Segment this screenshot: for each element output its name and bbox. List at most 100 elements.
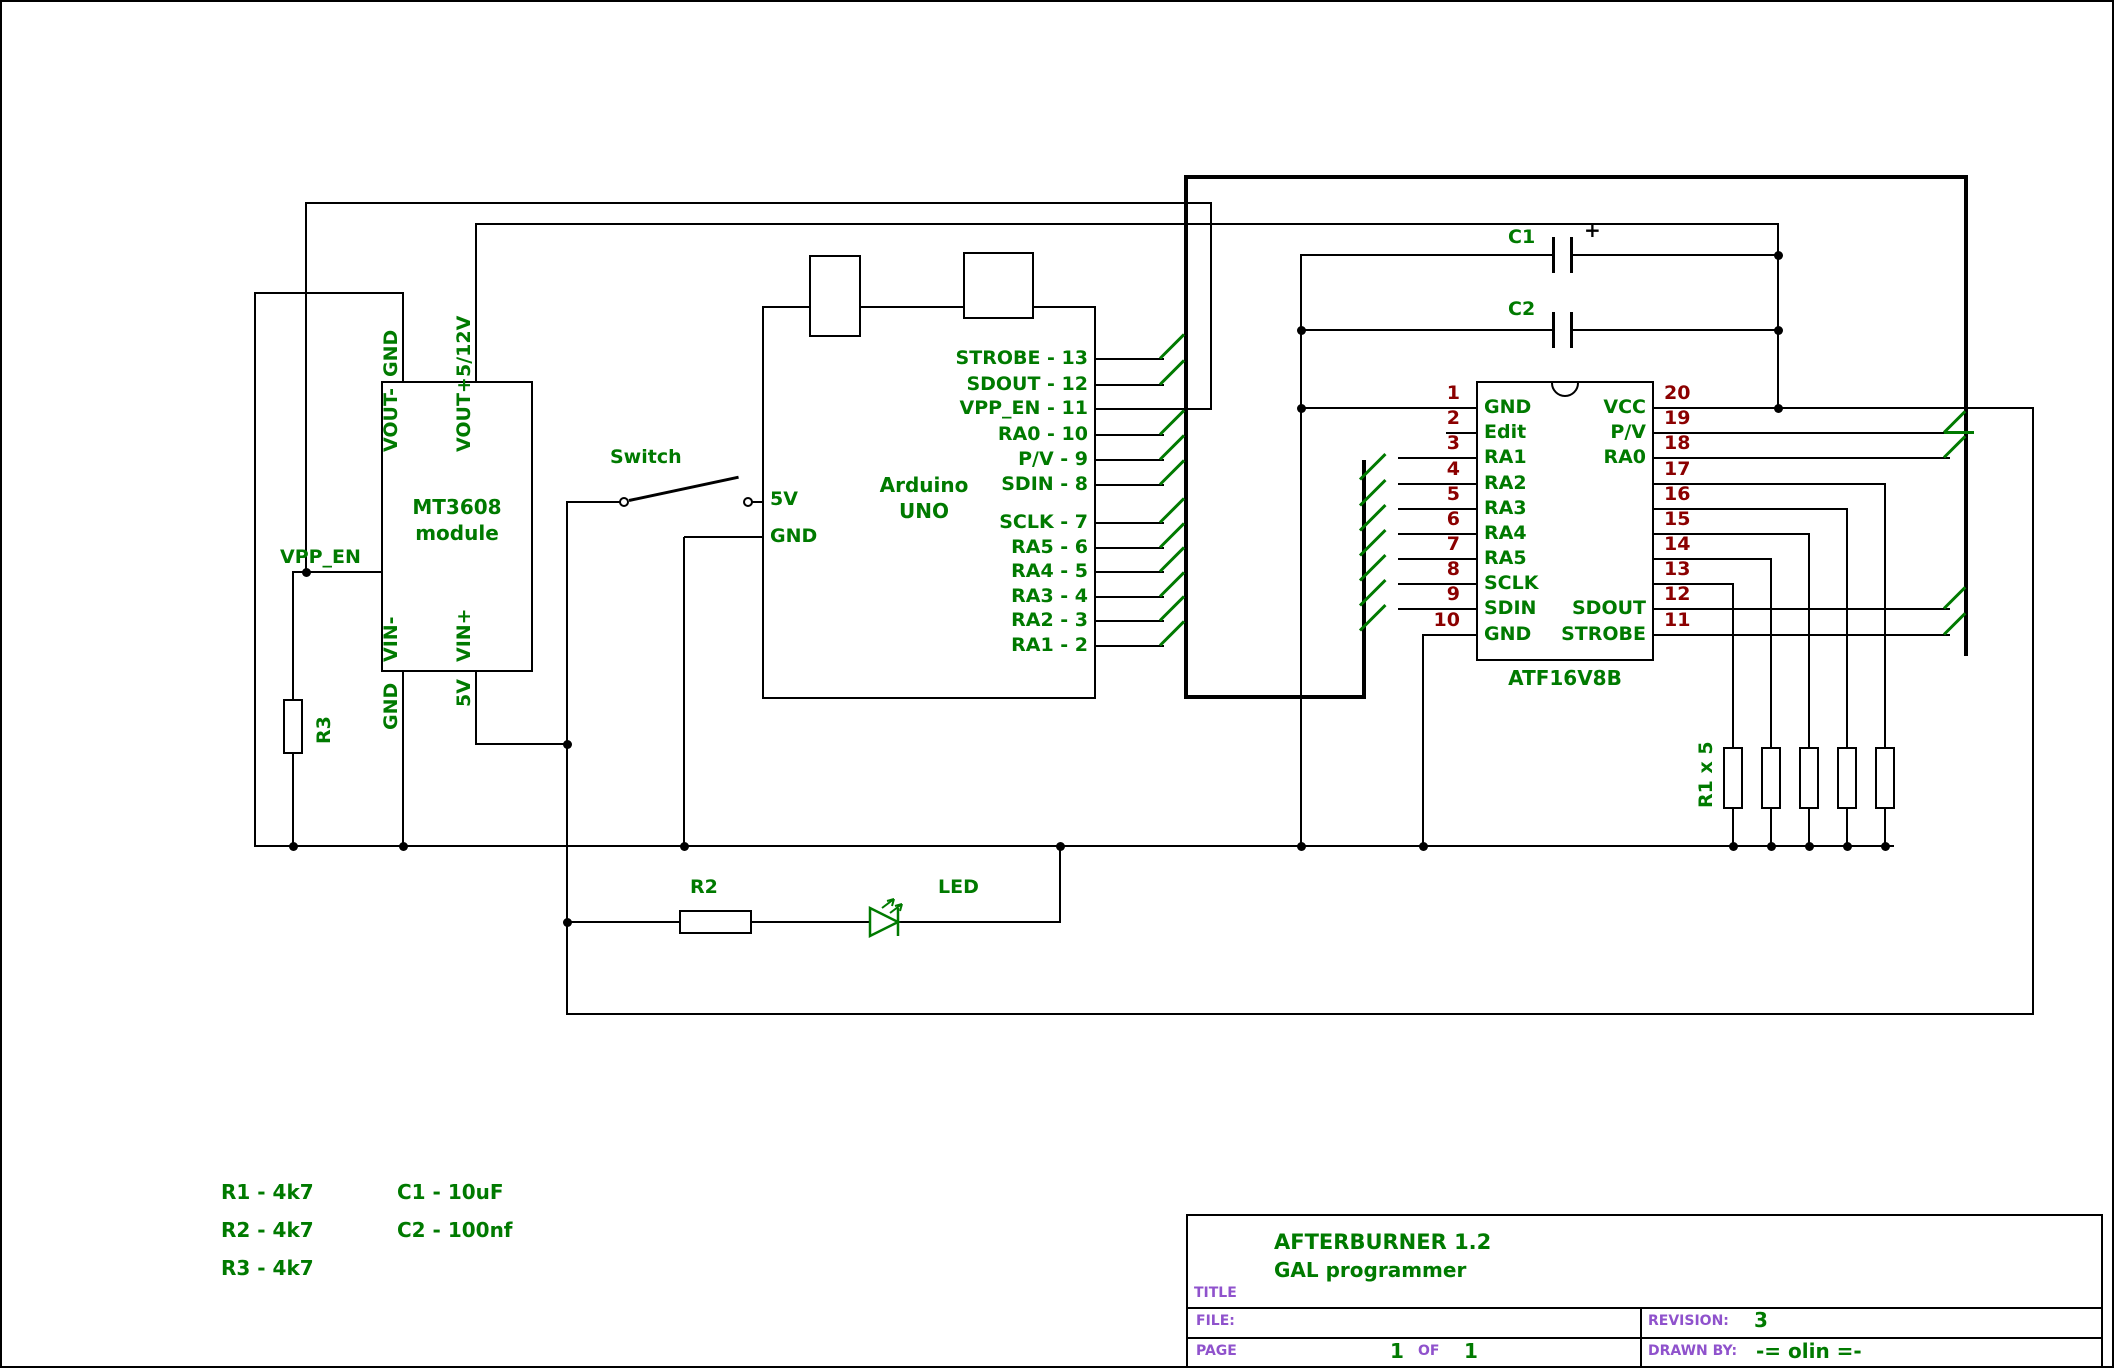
wire xyxy=(1422,634,1478,636)
mt3608-pin-vout-plus: VOUT+ xyxy=(454,377,474,452)
arduino-5v-label: 5V xyxy=(770,488,798,510)
wire xyxy=(292,754,294,847)
wire xyxy=(566,501,620,503)
usb-connector xyxy=(809,255,861,337)
wire xyxy=(1654,457,1950,459)
wire xyxy=(1096,547,1164,549)
wire xyxy=(1422,635,1424,847)
junction-dot xyxy=(1774,326,1783,335)
r1x5-label: R1 x 5 xyxy=(1696,741,1716,808)
page-value: 1 xyxy=(1390,1339,1404,1363)
switch-contact xyxy=(743,497,753,507)
junction-dot xyxy=(302,568,311,577)
junction-dot xyxy=(1297,842,1306,851)
wire xyxy=(292,572,294,699)
junction-dot xyxy=(1056,842,1065,851)
mt3608-name-line1: MT3608 xyxy=(383,494,531,520)
bus-entry xyxy=(1159,546,1185,572)
arduino-pin-label: RA4 - 5 xyxy=(882,560,1088,582)
junction-dot xyxy=(1767,842,1776,851)
wire xyxy=(475,743,568,745)
bus-entry xyxy=(1159,434,1185,460)
wire xyxy=(1096,571,1164,573)
led-label: LED xyxy=(938,876,979,898)
resistor-r1 xyxy=(1761,747,1781,809)
atf-pin-number: 14 xyxy=(1664,533,1690,555)
wire xyxy=(566,1013,2034,1015)
of-total: 1 xyxy=(1464,1339,1478,1363)
atf-pin-number: 20 xyxy=(1664,382,1690,404)
title-block-divider xyxy=(1186,1307,2103,1309)
bus-entry xyxy=(1159,522,1185,548)
atf-pin-label: SDOUT xyxy=(1482,597,1646,619)
c2-label: C2 xyxy=(1508,298,1535,320)
wire xyxy=(475,224,477,381)
bus-entry xyxy=(1943,612,1966,635)
c1-label: C1 xyxy=(1508,226,1535,248)
mt3608-name: MT3608 module xyxy=(383,494,531,546)
junction-dot xyxy=(1729,842,1738,851)
resistor-r1 xyxy=(1799,747,1819,809)
arduino-gnd-label: GND xyxy=(770,525,817,547)
led-icon xyxy=(868,898,912,946)
wire xyxy=(1571,254,1779,256)
atf-pin-number: 17 xyxy=(1664,458,1690,480)
arduino-pin-label: SCLK - 7 xyxy=(882,511,1088,533)
mt3608-pad-512v: 5/12V xyxy=(454,316,474,377)
wire xyxy=(1654,608,1950,610)
wire xyxy=(305,202,1212,204)
bus-entry xyxy=(1159,409,1185,435)
capacitor-c2 xyxy=(1570,312,1573,348)
atf-pin-number: 18 xyxy=(1664,432,1690,454)
bus-entry xyxy=(1943,435,1966,458)
file-label: FILE: xyxy=(1196,1312,1235,1330)
wire xyxy=(684,536,763,538)
wire xyxy=(1059,846,1061,922)
bus-entry xyxy=(1159,333,1185,359)
resistor-r1 xyxy=(1837,747,1857,809)
wire xyxy=(402,672,404,847)
title-block-divider xyxy=(1640,1307,1642,1368)
mt3608-pad-gnd-bottom: GND xyxy=(381,683,401,730)
r3-label: R3 xyxy=(314,716,334,744)
bus-entry xyxy=(1159,595,1185,621)
wire xyxy=(683,537,685,847)
bus-wire xyxy=(1964,175,1968,656)
wire xyxy=(1096,358,1164,360)
wire xyxy=(1654,432,1950,434)
mt3608-pin-vin-minus: VIN- xyxy=(381,616,401,662)
legend-item: R3 - 4k7 xyxy=(221,1256,314,1280)
mt3608-pin-vin-plus: VIN+ xyxy=(454,608,474,662)
mt3608-name-line2: module xyxy=(383,520,531,546)
wire xyxy=(1096,408,1212,410)
junction-dot xyxy=(399,842,408,851)
wire xyxy=(1096,522,1164,524)
bus-entry xyxy=(1159,497,1185,523)
wire xyxy=(1770,559,1772,747)
wire xyxy=(751,921,871,923)
capacitor-c1 xyxy=(1552,237,1555,273)
wire xyxy=(1846,509,1848,747)
wire xyxy=(899,921,1061,923)
bus-entry xyxy=(1159,571,1185,597)
mt3608-pad-5v: 5V xyxy=(454,679,474,707)
atf-pin-number: 9 xyxy=(1406,583,1460,605)
arduino-pin-label: RA3 - 4 xyxy=(882,585,1088,607)
wire xyxy=(1096,434,1164,436)
atf-pin-number: 4 xyxy=(1406,458,1460,480)
junction-dot xyxy=(1881,842,1890,851)
switch-contact xyxy=(619,497,629,507)
vpp-en-label: VPP_EN xyxy=(280,546,361,568)
wire xyxy=(1096,484,1164,486)
mt3608-pad-gnd-top: GND xyxy=(381,330,401,377)
title-block-divider xyxy=(1186,1337,2103,1339)
arduino-pin-label: VPP_EN - 11 xyxy=(882,397,1088,419)
junction-dot xyxy=(1843,842,1852,851)
junction-dot xyxy=(1774,404,1783,413)
atf-name: ATF16V8B xyxy=(1476,665,1654,691)
wire xyxy=(475,672,477,745)
bus-entry xyxy=(1159,620,1185,646)
switch-blade xyxy=(629,476,739,502)
atf-pin-number: 7 xyxy=(1406,533,1460,555)
drawn-by-value: -= olin =- xyxy=(1756,1339,1862,1363)
